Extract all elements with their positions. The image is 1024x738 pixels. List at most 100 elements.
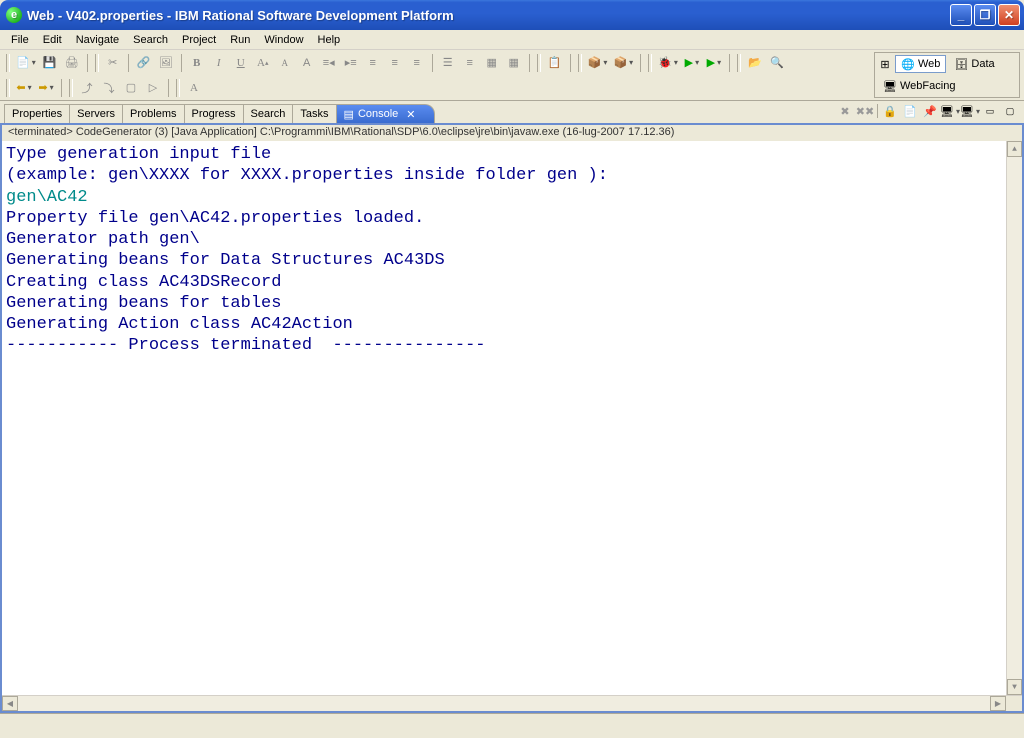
grid-button[interactable]: ▦	[504, 53, 524, 73]
scroll-left-icon[interactable]: ◀	[2, 696, 18, 711]
console-toolbar: ✖ ✖✖ 🔒 📄 📌 🖥 🖥 ▭ ▢	[837, 103, 1018, 119]
menu-navigate[interactable]: Navigate	[69, 32, 126, 48]
font-icon[interactable]: A	[184, 78, 204, 98]
list-button[interactable]: ☰	[438, 53, 458, 73]
maximize-button[interactable]: ❐	[974, 4, 996, 26]
indent-button[interactable]: ▸≡	[341, 53, 361, 73]
toolbar-grip[interactable]	[6, 79, 10, 97]
font-color-button[interactable]: A	[297, 53, 317, 73]
toolbar-grip[interactable]	[537, 54, 541, 72]
tab-progress[interactable]: Progress	[184, 104, 244, 123]
numbered-list-button[interactable]: ≡	[460, 53, 480, 73]
perspective-webfacing[interactable]: 🖥 WebFacing	[878, 78, 960, 94]
app-icon: e	[6, 7, 22, 23]
tab-problems[interactable]: Problems	[122, 104, 184, 123]
align-center-button[interactable]: ≡	[385, 53, 405, 73]
scroll-down-icon[interactable]: ▼	[1007, 679, 1022, 695]
horizontal-scrollbar[interactable]: ◀ ▶	[2, 695, 1022, 711]
scroll-up-icon[interactable]: ▲	[1007, 141, 1022, 157]
menu-help[interactable]: Help	[311, 32, 348, 48]
search-icon[interactable]: 🔍	[767, 53, 787, 73]
close-tab-icon[interactable]: ✕	[406, 108, 415, 121]
table-button[interactable]: ▦	[482, 53, 502, 73]
menu-run[interactable]: Run	[223, 32, 257, 48]
toolbar-grip[interactable]	[176, 79, 180, 97]
menu-edit[interactable]: Edit	[36, 32, 69, 48]
pin-console-icon[interactable]: 📌	[922, 103, 938, 119]
console-user-input: gen\AC42	[6, 187, 1018, 208]
package-icon[interactable]: 📦	[586, 53, 610, 73]
italic-button[interactable]: I	[209, 53, 229, 73]
perspective-web[interactable]: 🌐 Web	[895, 55, 946, 73]
tab-label: Console	[358, 108, 398, 120]
tab-console[interactable]: ▤ Console ✕	[336, 104, 435, 123]
print-button[interactable]: 🖨	[62, 53, 82, 73]
new-button[interactable]: 📄	[14, 53, 38, 73]
open-perspective-icon[interactable]: ⊞	[878, 57, 892, 71]
tab-tasks[interactable]: Tasks	[292, 104, 336, 123]
font-large-button[interactable]: A▴	[253, 53, 273, 73]
perspective-switcher: ⊞ 🌐 Web 🗄 Data 🖥 WebFacing	[874, 52, 1020, 98]
scroll-right-icon[interactable]: ▶	[990, 696, 1006, 711]
toolbar-grip[interactable]	[6, 54, 10, 72]
toolbar-area: 📄 💾 🖨 ✂ 🔗 🖼 B I U A▴ A A ≡◂ ▸≡ ≡ ≡ ≡ ☰ ≡…	[0, 50, 1024, 101]
open-folder-icon[interactable]: 📂	[745, 53, 765, 73]
minimize-button[interactable]: _	[950, 4, 972, 26]
align-right-button[interactable]: ≡	[407, 53, 427, 73]
font-small-button[interactable]: A	[275, 53, 295, 73]
perspective-label: Data	[971, 58, 994, 70]
globe-icon: 🌐	[901, 57, 915, 71]
open-console-icon[interactable]: 🖥	[962, 103, 978, 119]
tab-search[interactable]: Search	[243, 104, 294, 123]
save-button[interactable]: 💾	[40, 53, 60, 73]
display-selected-console-icon[interactable]: 🖥	[942, 103, 958, 119]
align-left-button[interactable]: ≡	[363, 53, 383, 73]
run-button[interactable]: ▶	[682, 53, 702, 73]
link-icon[interactable]: 🔗	[134, 53, 154, 73]
tab-servers[interactable]: Servers	[69, 104, 123, 123]
external-tools-button[interactable]: ▶	[704, 53, 724, 73]
scroll-lock-icon[interactable]: 🔒	[882, 103, 898, 119]
toolbar-grip[interactable]	[69, 79, 73, 97]
maximize-view-icon[interactable]: ▢	[1002, 103, 1018, 119]
tab-properties[interactable]: Properties	[4, 104, 70, 123]
underline-button[interactable]: U	[231, 53, 251, 73]
menu-search[interactable]: Search	[126, 32, 175, 48]
console-line: ----------- Process terminated ---------…	[6, 335, 1018, 356]
stop-icon[interactable]: ▢	[121, 78, 141, 98]
nav-up-icon[interactable]: ⤴	[77, 78, 97, 98]
play-icon[interactable]: ▷	[143, 78, 163, 98]
back-button[interactable]: ⬅	[14, 78, 34, 98]
doc-icon[interactable]: 📋	[545, 53, 565, 73]
toolbar-grip[interactable]	[578, 54, 582, 72]
bold-button[interactable]: B	[187, 53, 207, 73]
data-icon: 🗄	[954, 57, 968, 71]
menu-file[interactable]: File	[4, 32, 36, 48]
toolbar-grip[interactable]	[95, 54, 99, 72]
image-icon[interactable]: 🖼	[156, 53, 176, 73]
toolbar-grip[interactable]	[648, 54, 652, 72]
toolbar-grip[interactable]	[737, 54, 741, 72]
console-output[interactable]: Type generation input file (example: gen…	[0, 141, 1024, 713]
remove-launch-icon[interactable]: ✖	[837, 103, 853, 119]
perspective-data[interactable]: 🗄 Data	[949, 56, 999, 72]
console-line: Type generation input file	[6, 144, 1018, 165]
menu-window[interactable]: Window	[257, 32, 310, 48]
outdent-button[interactable]: ≡◂	[319, 53, 339, 73]
remove-all-icon[interactable]: ✖✖	[857, 103, 873, 119]
cut-icon[interactable]: ✂	[103, 53, 123, 73]
forward-button[interactable]: ➡	[36, 78, 56, 98]
package-plus-icon[interactable]: 📦	[611, 53, 635, 73]
debug-button[interactable]: 🐞	[656, 53, 680, 73]
minimize-view-icon[interactable]: ▭	[982, 103, 998, 119]
perspective-label: Web	[918, 58, 940, 70]
clear-console-icon[interactable]: 📄	[902, 103, 918, 119]
scroll-corner	[1006, 696, 1022, 711]
status-bar	[0, 713, 1024, 735]
close-window-button[interactable]: ✕	[998, 4, 1020, 26]
nav-down-icon[interactable]: ⤵	[99, 78, 119, 98]
menu-project[interactable]: Project	[175, 32, 223, 48]
console-line: Creating class AC43DSRecord	[6, 272, 1018, 293]
console-line: Generating beans for Data Structures AC4…	[6, 250, 1018, 271]
vertical-scrollbar[interactable]: ▲ ▼	[1006, 141, 1022, 695]
